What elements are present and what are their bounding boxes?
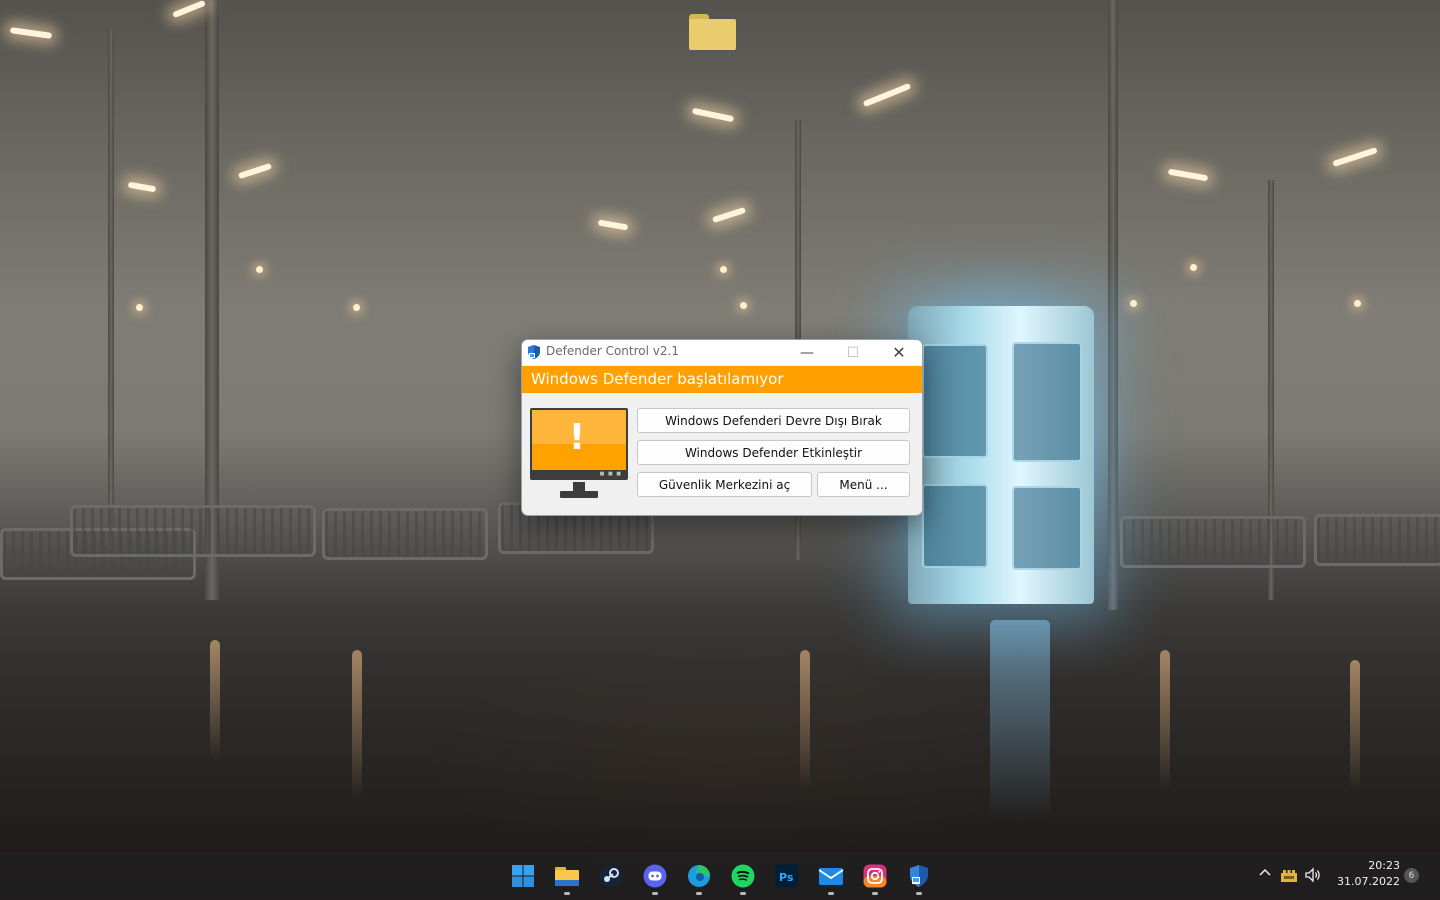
disable-defender-button[interactable]: Windows Defenderi Devre Dışı Bırak [637, 408, 910, 433]
street-pole [108, 30, 114, 550]
barrier-fence [70, 505, 316, 557]
running-indicator [916, 892, 922, 895]
light-reflection [800, 650, 810, 790]
street-pole [1108, 0, 1118, 610]
open-security-center-button[interactable]: Güvenlik Merkezini aç [637, 472, 812, 497]
street-lamp [711, 206, 747, 224]
desktop-wallpaper: Defender Control v2.1 — ☐ ✕ Windows Defe… [0, 0, 1440, 900]
barrier-fence [322, 508, 488, 560]
photoshop-icon[interactable]: Ps [774, 863, 800, 889]
show-hidden-icons-chevron-icon[interactable] [1257, 866, 1273, 882]
running-indicator [872, 892, 878, 895]
light-reflection [210, 640, 220, 760]
street-lamp [597, 219, 629, 231]
phone-booth [908, 306, 1094, 604]
distant-light [256, 266, 263, 273]
clock-time: 20:23 [1368, 859, 1400, 872]
spotify-icon[interactable] [730, 863, 756, 889]
svg-text:Ps: Ps [779, 871, 794, 884]
defender-control-window: Defender Control v2.1 — ☐ ✕ Windows Defe… [521, 339, 923, 516]
status-banner: Windows Defender başlatılamıyor [522, 366, 922, 393]
file-explorer-icon[interactable] [554, 863, 580, 889]
menu-button[interactable]: Menü ... [817, 472, 910, 497]
street-lamp [127, 181, 157, 193]
street-lamp [237, 162, 273, 180]
light-reflection [352, 650, 362, 800]
close-button[interactable]: ✕ [876, 340, 922, 365]
distant-light [1190, 264, 1197, 271]
start-icon[interactable] [510, 863, 536, 889]
distant-light [720, 266, 727, 273]
maximize-button[interactable]: ☐ [830, 340, 876, 365]
warning-monitor-icon: ■ ■ ■ ! [530, 408, 628, 480]
street-lamp [1332, 147, 1378, 167]
window-title: Defender Control v2.1 [546, 344, 679, 358]
steam-icon[interactable] [598, 863, 624, 889]
status-message: Windows Defender başlatılamıyor [531, 370, 784, 388]
running-indicator [564, 892, 570, 895]
barrier-fence [1120, 516, 1306, 568]
distant-light [136, 304, 143, 311]
street-lamp [1167, 168, 1209, 182]
distant-light [740, 302, 747, 309]
light-reflection [1350, 660, 1360, 790]
running-indicator [740, 892, 746, 895]
running-indicator [828, 892, 834, 895]
distant-light [1130, 300, 1137, 307]
running-indicator [652, 892, 658, 895]
clock-date: 31.07.2022 [1337, 875, 1400, 888]
booth-reflection [990, 620, 1050, 820]
clock[interactable]: 20:23 31.07.2022 [1330, 858, 1400, 890]
street-lamp [172, 0, 206, 19]
defender-control-icon[interactable] [906, 863, 932, 889]
street-lamp [691, 107, 735, 123]
network-icon[interactable] [1281, 868, 1297, 882]
instagram-icon[interactable] [862, 863, 888, 889]
folder-icon[interactable] [689, 14, 737, 52]
discord-icon[interactable] [642, 863, 668, 889]
enable-defender-button[interactable]: Windows Defender Etkinleştir [637, 440, 910, 465]
defender-shield-icon [528, 345, 540, 359]
distant-light [353, 304, 360, 311]
notification-badge[interactable]: 6 [1404, 868, 1419, 883]
volume-icon[interactable] [1304, 866, 1322, 884]
street-lamp [9, 27, 53, 39]
running-indicator [696, 892, 702, 895]
barrier-fence [1314, 514, 1440, 566]
distant-light [1354, 300, 1361, 307]
taskbar: Ps [0, 852, 1440, 900]
edge-icon[interactable] [686, 863, 712, 889]
title-bar[interactable]: Defender Control v2.1 — ☐ ✕ [522, 340, 922, 365]
minimize-button[interactable]: — [784, 340, 830, 365]
light-reflection [1160, 650, 1170, 790]
street-lamp [862, 82, 912, 108]
mail-icon[interactable] [818, 863, 844, 889]
monitor-stand [560, 482, 600, 500]
